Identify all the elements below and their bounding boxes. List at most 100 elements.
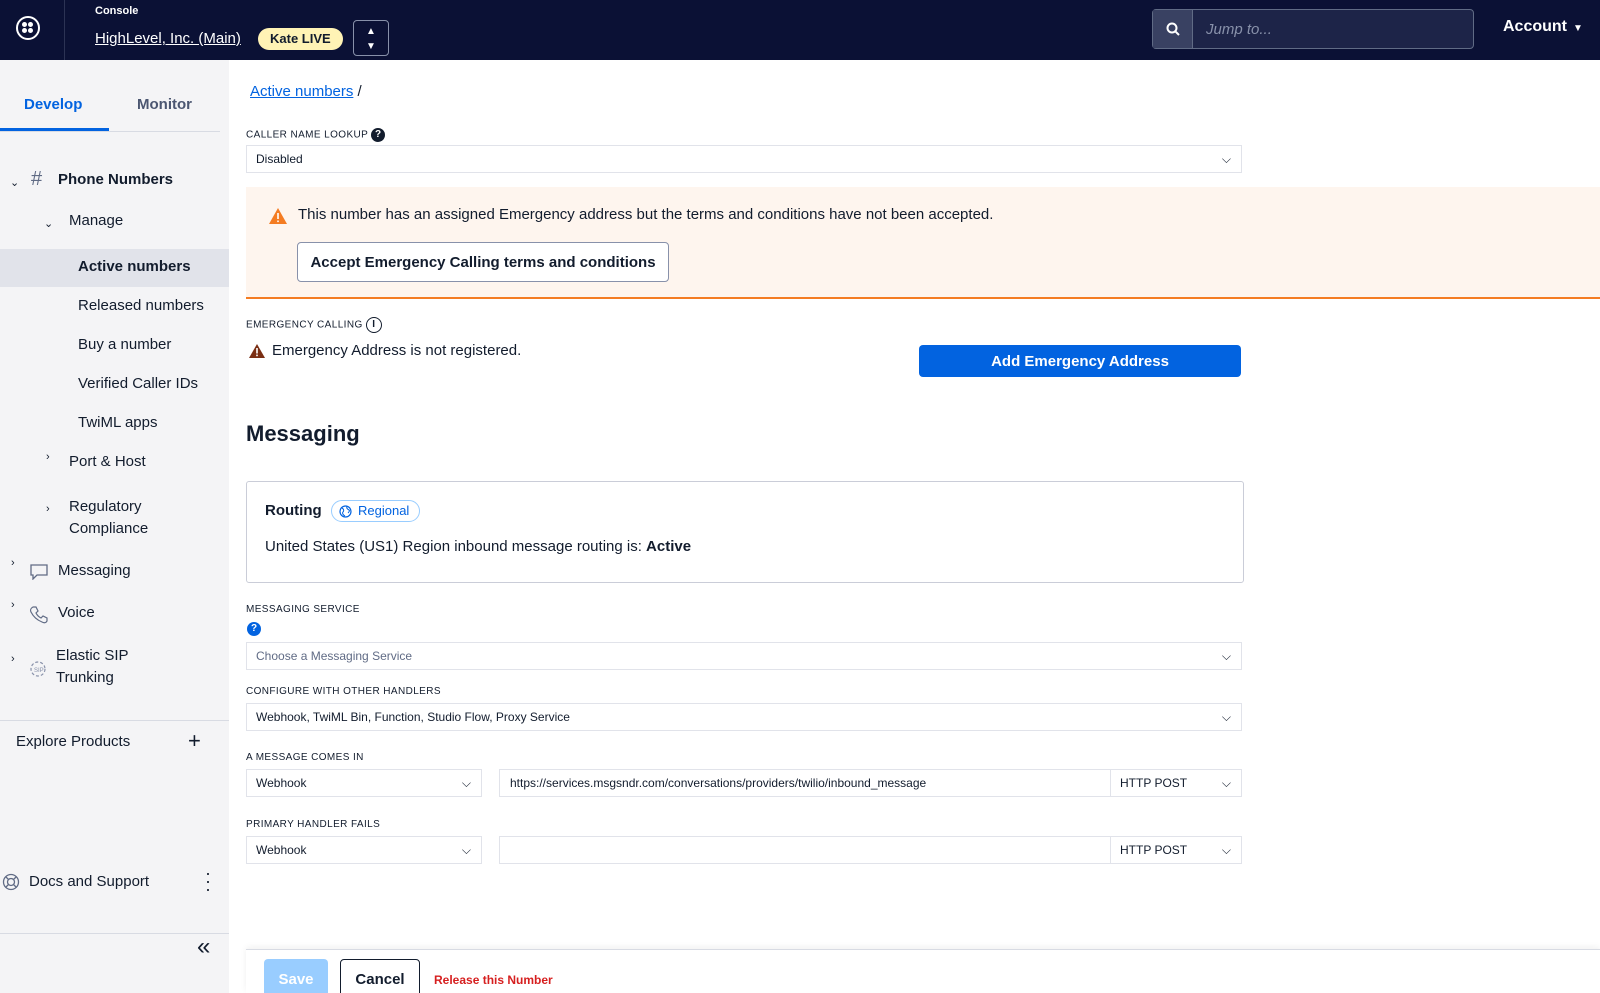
sidebar-item-messaging[interactable]: Messaging bbox=[58, 562, 131, 579]
primary-fails-type-select[interactable]: Webhook ⌵ bbox=[246, 836, 482, 864]
caller-name-lookup-value: Disabled bbox=[256, 152, 303, 166]
sidebar-item-released-numbers[interactable]: Released numbers bbox=[78, 297, 204, 314]
warning-icon bbox=[269, 208, 287, 224]
release-number-link[interactable]: Release this Number bbox=[434, 973, 553, 987]
messaging-service-label: MESSAGING SERVICE bbox=[246, 604, 360, 615]
chevron-down-icon: ⌵ bbox=[1221, 152, 1231, 166]
breadcrumb: Active numbers / bbox=[250, 83, 362, 100]
message-comes-in-label: A MESSAGE COMES IN bbox=[246, 752, 364, 763]
plus-icon[interactable]: + bbox=[188, 728, 201, 754]
account-menu[interactable]: Account ▼ bbox=[1503, 18, 1583, 36]
twilio-logo-icon[interactable] bbox=[16, 16, 40, 40]
routing-status: United States (US1) Region inbound messa… bbox=[265, 538, 691, 555]
collapse-sidebar-icon[interactable]: « bbox=[197, 933, 210, 961]
emergency-calling-label: EMERGENCY CALLING i bbox=[246, 317, 382, 333]
sidebar-item-port-host[interactable]: Port & Host bbox=[69, 453, 146, 470]
sidebar-item-manage[interactable]: Manage bbox=[69, 212, 123, 229]
emergency-calling-label-text: EMERGENCY CALLING bbox=[246, 319, 363, 331]
sidebar-item-label: Regulatory bbox=[69, 498, 142, 515]
primary-handler-fails-label: PRIMARY HANDLER FAILS bbox=[246, 819, 381, 830]
accept-emergency-terms-button[interactable]: Accept Emergency Calling terms and condi… bbox=[297, 242, 669, 282]
message-comes-in-url-input[interactable] bbox=[499, 769, 1111, 797]
breadcrumb-active-numbers[interactable]: Active numbers bbox=[250, 83, 353, 100]
chevron-right-icon[interactable]: › bbox=[46, 503, 50, 515]
sip-trunk-icon: SIP bbox=[30, 661, 46, 677]
primary-fails-url-input[interactable] bbox=[499, 836, 1111, 864]
account-menu-label: Account bbox=[1503, 18, 1567, 35]
chevron-down-icon: ⌵ bbox=[461, 776, 471, 790]
chevron-right-icon[interactable]: › bbox=[11, 557, 15, 569]
chevron-down-icon: ⌵ bbox=[461, 843, 471, 857]
console-label: Console bbox=[95, 5, 139, 17]
save-button[interactable]: Save bbox=[264, 959, 328, 993]
chevron-right-icon[interactable]: › bbox=[11, 599, 15, 611]
info-icon[interactable]: i bbox=[365, 317, 382, 333]
globe-icon bbox=[339, 505, 352, 518]
sidebar-divider bbox=[0, 720, 229, 721]
emergency-status-text: Emergency Address is not registered. bbox=[272, 342, 522, 359]
primary-fails-method-select[interactable]: HTTP POST ⌵ bbox=[1110, 836, 1242, 864]
chevron-right-icon[interactable]: › bbox=[11, 653, 15, 665]
help-icon[interactable]: ? bbox=[371, 128, 386, 142]
message-comes-in-type-select[interactable]: Webhook ⌵ bbox=[246, 769, 482, 797]
sidebar-item-phone-numbers[interactable]: Phone Numbers bbox=[58, 171, 173, 188]
phone-icon bbox=[30, 606, 48, 624]
region-badge: Regional bbox=[331, 500, 421, 522]
chevron-down-icon: ⌵ bbox=[1221, 776, 1231, 790]
sidebar-item-regulatory-compliance[interactable]: Regulatory Compliance bbox=[69, 496, 148, 540]
search-icon bbox=[1166, 22, 1180, 36]
chevron-down-icon: ⌵ bbox=[1221, 710, 1231, 724]
warning-icon bbox=[249, 344, 265, 358]
caller-name-lookup-label: CALLER NAME LOOKUP ? bbox=[246, 128, 386, 142]
sidebar-item-active-numbers[interactable]: Active numbers bbox=[78, 258, 191, 275]
top-divider bbox=[64, 0, 65, 60]
explore-products-link[interactable]: Explore Products bbox=[16, 733, 130, 750]
other-handlers-value: Webhook, TwiML Bin, Function, Studio Flo… bbox=[256, 710, 570, 724]
cancel-button[interactable]: Cancel bbox=[340, 959, 420, 993]
message-comes-in-method-value: HTTP POST bbox=[1120, 776, 1188, 790]
message-comes-in-method-select[interactable]: HTTP POST ⌵ bbox=[1110, 769, 1242, 797]
emergency-warning-text: This number has an assigned Emergency ad… bbox=[298, 206, 994, 223]
emergency-warning-panel: This number has an assigned Emergency ad… bbox=[246, 187, 1600, 299]
sidebar-item-elastic-sip-trunking[interactable]: Elastic SIP Trunking bbox=[56, 645, 129, 689]
primary-fails-method-value: HTTP POST bbox=[1120, 843, 1188, 857]
search-input[interactable] bbox=[1194, 10, 1472, 48]
chevron-right-icon[interactable]: › bbox=[46, 451, 50, 463]
chevron-down-icon[interactable]: ⌄ bbox=[44, 217, 53, 230]
tab-monitor[interactable]: Monitor bbox=[137, 96, 192, 113]
account-name-link[interactable]: HighLevel, Inc. (Main) bbox=[95, 30, 241, 47]
more-options-icon[interactable]: · · · bbox=[205, 864, 211, 898]
main-content: Active numbers / CALLER NAME LOOKUP ? Di… bbox=[229, 60, 1600, 993]
lifebuoy-icon bbox=[2, 873, 20, 891]
tab-develop[interactable]: Develop bbox=[24, 96, 82, 113]
sidebar-divider bbox=[0, 933, 229, 934]
sidebar-item-twiml-apps[interactable]: TwiML apps bbox=[78, 414, 157, 431]
docs-support-link[interactable]: Docs and Support bbox=[29, 873, 149, 890]
primary-fails-type-value: Webhook bbox=[256, 843, 307, 857]
active-tab-indicator bbox=[0, 128, 109, 131]
messaging-service-select[interactable]: Choose a Messaging Service ⌵ bbox=[246, 642, 1242, 670]
top-bar: Console HighLevel, Inc. (Main) Kate LIVE… bbox=[0, 0, 1600, 60]
add-emergency-address-button[interactable]: Add Emergency Address bbox=[919, 345, 1241, 377]
sidebar-item-voice[interactable]: Voice bbox=[58, 604, 95, 621]
caller-name-lookup-select[interactable]: Disabled ⌵ bbox=[246, 145, 1242, 173]
sidebar-item-verified-caller-ids[interactable]: Verified Caller IDs bbox=[78, 375, 198, 392]
breadcrumb-separator: / bbox=[357, 83, 362, 100]
help-icon[interactable]: ? bbox=[247, 622, 261, 636]
chevron-down-icon: ⌵ bbox=[1221, 649, 1231, 663]
messaging-service-placeholder: Choose a Messaging Service bbox=[256, 649, 413, 663]
sidebar-item-label: Elastic SIP bbox=[56, 647, 129, 664]
search-button[interactable] bbox=[1153, 10, 1193, 48]
sidebar-item-label: Compliance bbox=[69, 520, 149, 537]
other-handlers-select[interactable]: Webhook, TwiML Bin, Function, Studio Flo… bbox=[246, 703, 1242, 731]
sidebar-tabs: Develop Monitor bbox=[0, 60, 220, 132]
message-comes-in-type-value: Webhook bbox=[256, 776, 307, 790]
messaging-heading: Messaging bbox=[246, 421, 360, 446]
account-switcher-button[interactable]: ▲ ▼ bbox=[353, 20, 389, 56]
chevron-down-icon[interactable]: ⌄ bbox=[10, 176, 19, 189]
routing-status-value: Active bbox=[646, 538, 692, 555]
action-footer: Save Cancel Release this Number bbox=[246, 949, 1600, 993]
chevron-down-icon: ⌵ bbox=[1221, 843, 1231, 857]
sidebar-item-buy-number[interactable]: Buy a number bbox=[78, 336, 171, 353]
live-badge: Kate LIVE bbox=[258, 28, 343, 50]
